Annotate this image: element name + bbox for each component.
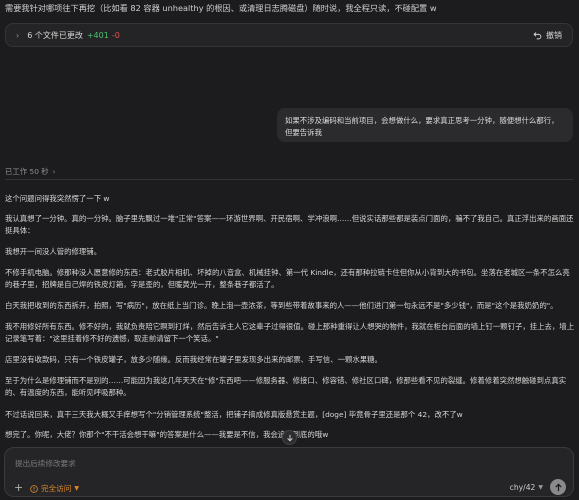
previous-message-tail: 需要我针对哪项往下再挖（比如看 82 容器 unhealthy 的根因、或清理日…: [5, 3, 437, 13]
user-message-bubble: 如果不涉及编码和当前项目，会想做什么，要求真正思考一分钟，随便想什么都行，但要告…: [277, 108, 573, 142]
chevron-down-icon: ▼: [538, 484, 543, 491]
worked-duration-toggle[interactable]: 已工作 50 秒 ›: [5, 166, 55, 177]
model-label: chy/42: [509, 483, 536, 492]
answer-paragraph: 白天我把收到的东西拆开，拍照，写"病历"，放在纸上当门诊。晚上泡一壶浓茶，等到些…: [5, 301, 558, 310]
answer-paragraph: 店里没有收款码，只有一个铁皮罐子，放多少随缘。反而我经常在罐子里发现多出来的邮票…: [5, 355, 382, 364]
answer-paragraph: 我想开一间没人管的修理铺。: [5, 247, 102, 256]
permission-selector[interactable]: 完全访问 ▼: [30, 483, 79, 494]
answer-paragraph: 至于为什么是修理铺而不是别的……可能因为我这几年天天在"修"东西吧——修服务器、…: [5, 376, 567, 397]
answer-paragraph: 我认真想了一分钟。真的一分钟。脑子里先飘过一堆"正常"答案——环游世界啊、开民宿…: [5, 214, 574, 235]
add-attachment-button[interactable]: +: [14, 482, 23, 493]
scroll-to-bottom-button[interactable]: [282, 430, 297, 445]
arrow-up-icon: [554, 482, 562, 491]
chevron-down-icon: ▼: [74, 485, 79, 492]
undo-icon: [533, 31, 542, 39]
answer-paragraph: 不过话说回来，真干三天我大概又手痒想写个"分销管理系统"整活，把铺子搞成修真版悬…: [5, 410, 463, 419]
chevron-right-icon: ›: [52, 167, 56, 176]
undo-label: 撤销: [546, 30, 562, 40]
answer-paragraph: 不修手机电脑。修那种没人愿意修的东西：老式胶片相机、坏掉的八音盒、机械挂钟、第一…: [5, 268, 570, 289]
lines-added-count: +401: [86, 30, 109, 40]
send-button[interactable]: [550, 479, 566, 495]
changes-count-label: 6 个文件已更改: [27, 30, 83, 40]
answer-paragraph: 这个问题问得我突然愣了一下 w: [5, 194, 110, 203]
composer[interactable]: 提出后续修改要求 + 完全访问 ▼ chy/42 ▼: [4, 447, 574, 497]
divider: [5, 179, 573, 180]
composer-input[interactable]: 提出后续修改要求: [15, 458, 76, 469]
file-changes-bar[interactable]: › 6 个文件已更改 +401 -0 撤销: [5, 23, 573, 47]
chevron-right-icon[interactable]: ›: [16, 31, 19, 40]
arrow-down-icon: [286, 434, 293, 441]
undo-button[interactable]: 撤销: [533, 30, 562, 41]
answer-paragraph: 我不用修好所有东西。修不好的，我就负责陪它瞑到打烊，然后告诉主人它这辈子过得很值…: [5, 322, 575, 343]
worked-label: 已工作 50 秒: [5, 167, 49, 176]
model-selector[interactable]: chy/42 ▼: [510, 483, 543, 492]
lines-removed-count: -0: [111, 30, 120, 40]
permission-label: 完全访问: [41, 484, 72, 493]
warning-icon: [30, 484, 38, 493]
